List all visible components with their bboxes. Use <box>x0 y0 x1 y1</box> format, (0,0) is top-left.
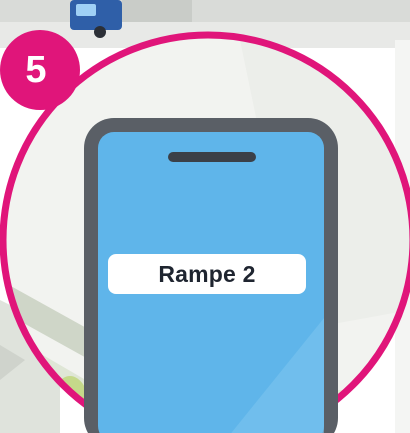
phone-speaker <box>168 152 256 162</box>
step-illustration-card: Rampe 2 5 <box>0 0 410 433</box>
step-badge: 5 <box>0 30 80 110</box>
platform-edge <box>0 0 410 22</box>
dock-ramp-label: Rampe 2 <box>158 260 256 287</box>
step-number: 5 <box>25 49 47 91</box>
